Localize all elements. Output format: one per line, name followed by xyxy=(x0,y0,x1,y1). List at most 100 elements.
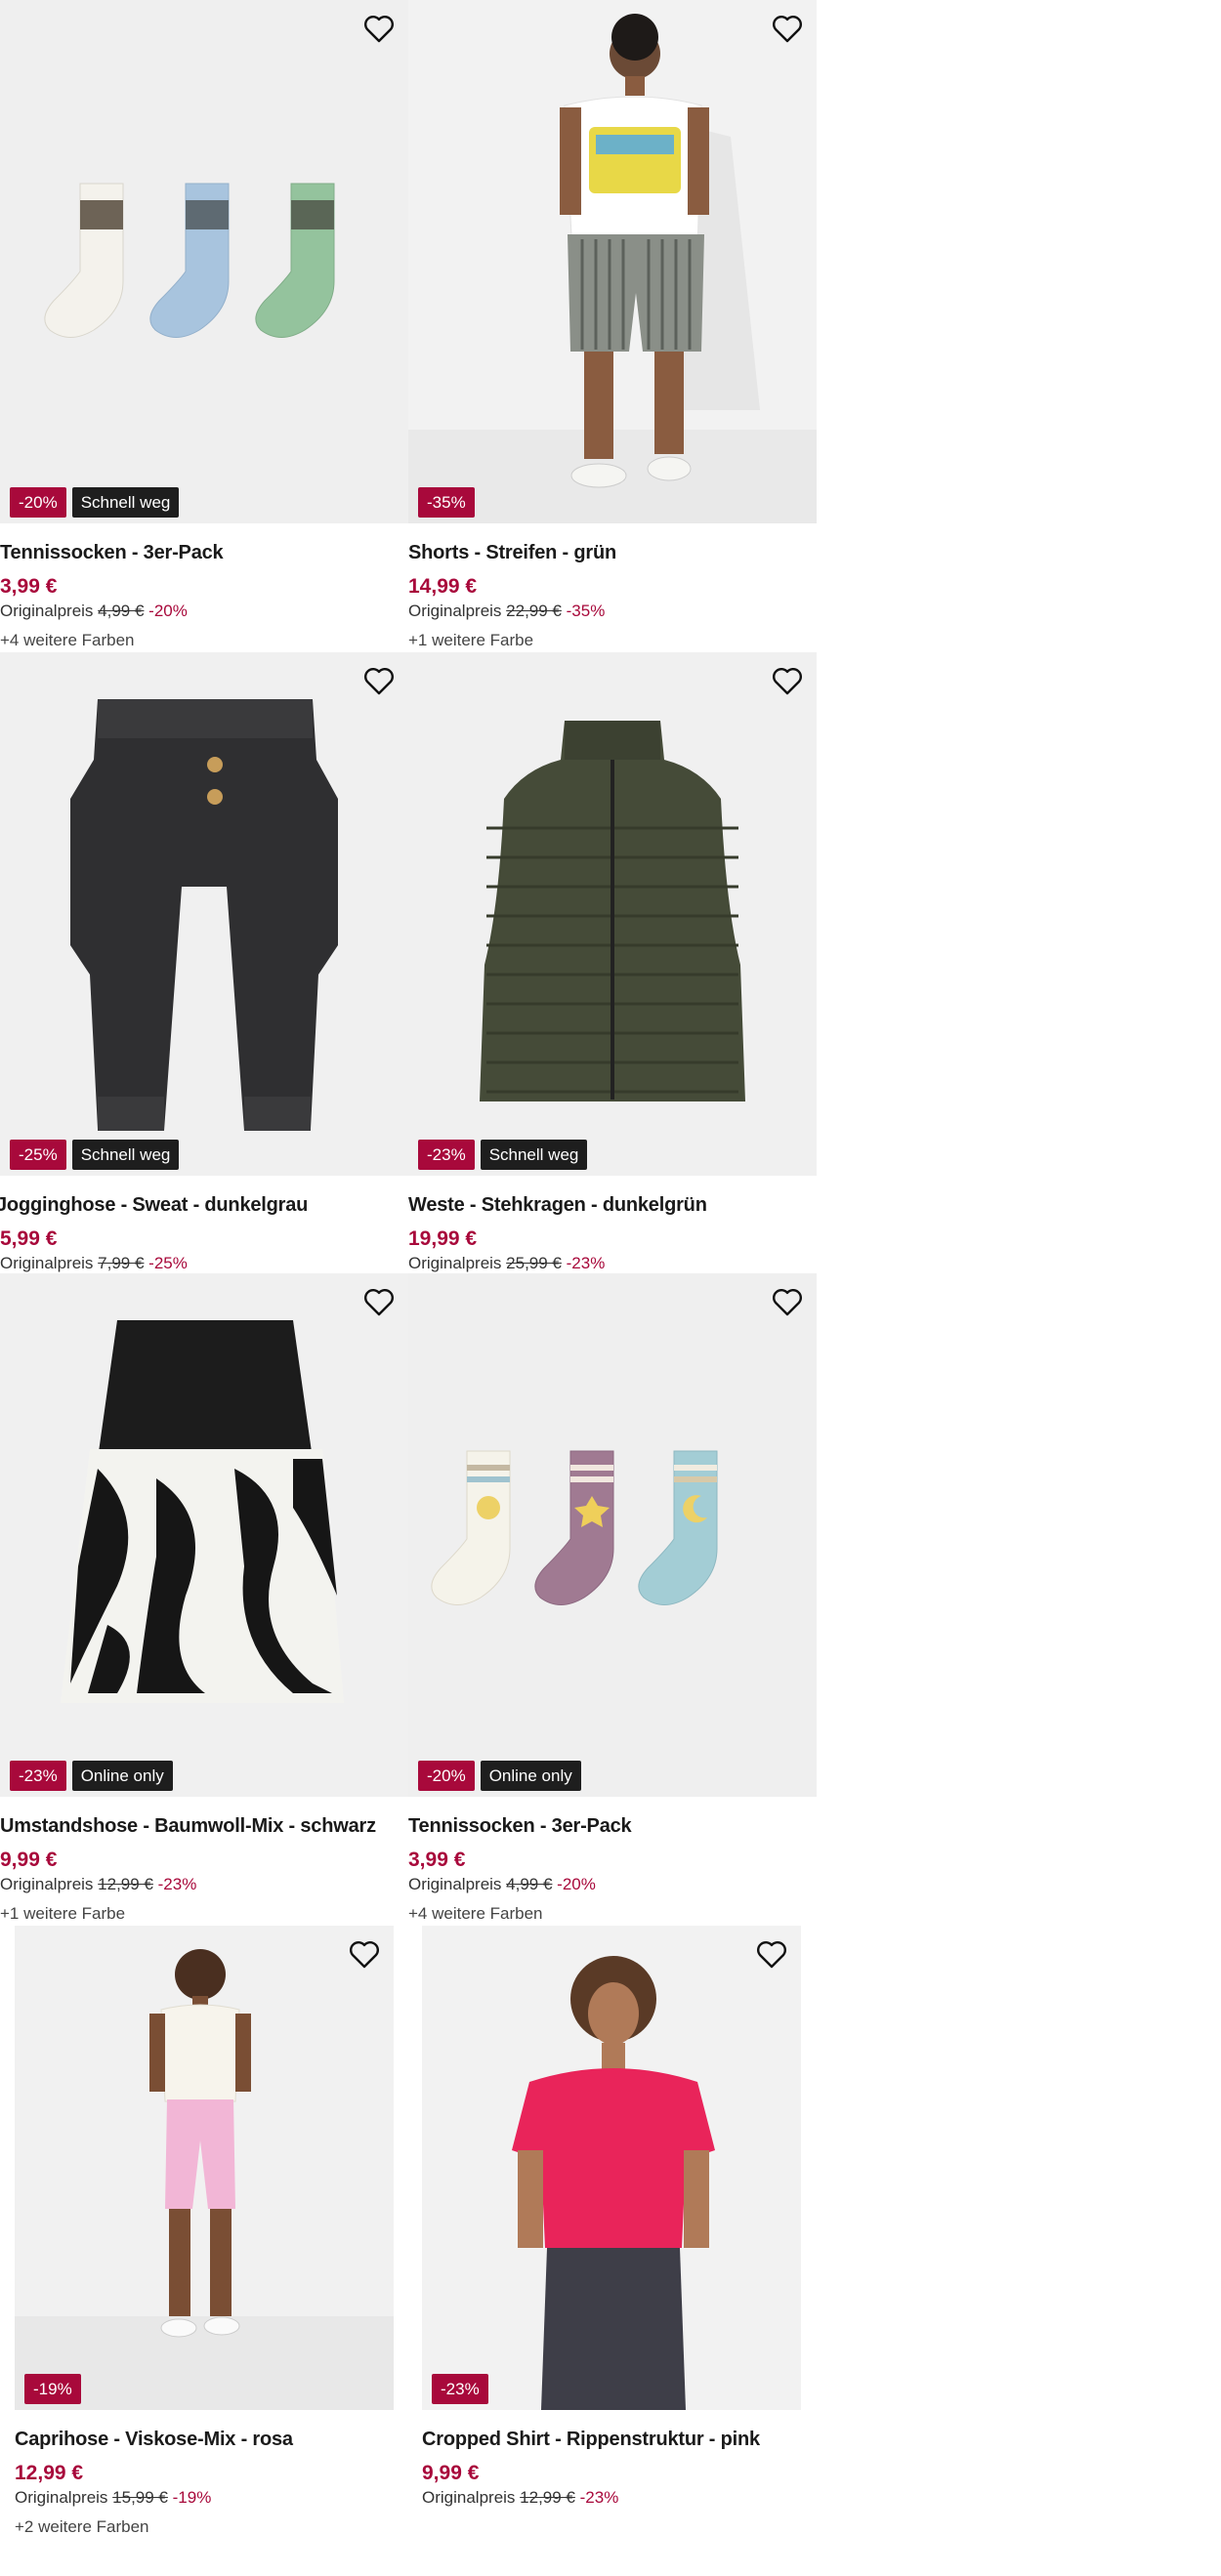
product-card[interactable]: -23% Cropped Shirt - Rippenstruktur - pi… xyxy=(422,1926,801,2510)
discount-percent: -20% xyxy=(557,1875,596,1893)
product-title[interactable]: Weste - Stehkragen - dunkelgrün xyxy=(408,1191,817,1219)
original-price-line: Originalpreis 25,99 € -23% xyxy=(408,1252,817,1275)
original-price-label: Originalpreis xyxy=(0,602,94,620)
original-price-label: Originalpreis xyxy=(422,2488,516,2507)
original-price: 15,99 € xyxy=(112,2488,168,2507)
favorite-button[interactable] xyxy=(770,12,805,47)
socks-image xyxy=(0,0,408,523)
more-colors-link[interactable]: +4 weitere Farben xyxy=(408,1902,817,1926)
product-image[interactable]: -25% Schnell weg xyxy=(0,652,408,1176)
discount-badge: -23% xyxy=(432,2374,488,2404)
favorite-button[interactable] xyxy=(361,664,397,699)
heart-icon xyxy=(364,16,394,43)
original-price-line: Originalpreis 7,99 € -25% xyxy=(0,1252,408,1275)
original-price-label: Originalpreis xyxy=(15,2488,108,2507)
original-price: 12,99 € xyxy=(520,2488,575,2507)
original-price-label: Originalpreis xyxy=(0,1875,94,1893)
original-price-line: Originalpreis 4,99 € -20% xyxy=(0,600,408,623)
original-price: 4,99 € xyxy=(506,1875,553,1893)
status-badge: Schnell weg xyxy=(480,1140,588,1170)
discount-badge: -20% xyxy=(10,487,66,518)
product-title[interactable]: Tennissocken - 3er-Pack xyxy=(0,539,408,566)
product-image[interactable]: -20% Online only xyxy=(408,1273,817,1797)
product-image[interactable]: -35% xyxy=(408,0,817,523)
original-price-label: Originalpreis xyxy=(0,1254,94,1272)
favorite-button[interactable] xyxy=(361,1285,397,1320)
product-image[interactable]: -23% Online only xyxy=(0,1273,408,1797)
heart-icon xyxy=(773,668,802,695)
favorite-button[interactable] xyxy=(361,12,397,47)
original-price: 25,99 € xyxy=(506,1254,562,1272)
original-price-line: Originalpreis 15,99 € -19% xyxy=(15,2486,394,2510)
original-price-label: Originalpreis xyxy=(408,602,502,620)
product-title[interactable]: Jogginghose - Sweat - dunkelgrau xyxy=(0,1191,408,1219)
original-price-label: Originalpreis xyxy=(408,1875,502,1893)
heart-icon xyxy=(773,1289,802,1316)
more-colors-link[interactable]: +4 weitere Farben xyxy=(0,629,408,652)
product-card[interactable]: -25% Schnell weg Jogginghose - Sweat - d… xyxy=(0,652,408,1275)
product-card[interactable]: -23% Schnell weg Weste - Stehkragen - du… xyxy=(408,652,817,1275)
cropped-shirt-model-image xyxy=(422,1926,801,2410)
product-card[interactable]: -35% Shorts - Streifen - grün 14,99 € Or… xyxy=(408,0,817,652)
original-price-line: Originalpreis 4,99 € -20% xyxy=(408,1873,817,1896)
product-card[interactable]: -20% Schnell weg Tennissocken - 3er-Pack… xyxy=(0,0,408,652)
product-card[interactable]: -19% Caprihose - Viskose-Mix - rosa 12,9… xyxy=(15,1926,394,2539)
maternity-shorts-image xyxy=(0,1273,408,1797)
status-badge: Online only xyxy=(71,1761,173,1791)
discount-percent: -23% xyxy=(579,2488,619,2507)
socks-image xyxy=(408,1273,817,1797)
discount-badge: -23% xyxy=(418,1140,475,1170)
heart-icon xyxy=(350,1941,379,1969)
status-badge: Online only xyxy=(480,1761,581,1791)
shorts-model-image xyxy=(408,0,817,523)
discount-badge: -19% xyxy=(24,2374,81,2404)
product-price: 14,99 € xyxy=(408,575,478,598)
favorite-button[interactable] xyxy=(770,664,805,699)
more-colors-link[interactable]: +1 weitere Farbe xyxy=(0,1902,408,1926)
discount-badge: -25% xyxy=(10,1140,66,1170)
original-price: 7,99 € xyxy=(98,1254,145,1272)
discount-badge: -20% xyxy=(418,1761,475,1791)
product-image[interactable]: -19% xyxy=(15,1926,394,2410)
product-image[interactable]: -20% Schnell weg xyxy=(0,0,408,523)
status-badge: Schnell weg xyxy=(71,487,180,518)
product-price: 9,99 € xyxy=(0,1849,58,1871)
more-colors-link[interactable]: +2 weitere Farben xyxy=(15,2515,394,2539)
discount-percent: -25% xyxy=(148,1254,188,1272)
discount-percent: -20% xyxy=(148,602,188,620)
product-price: 3,99 € xyxy=(0,575,58,598)
product-title[interactable]: Cropped Shirt - Rippenstruktur - pink xyxy=(422,2426,801,2453)
heart-icon xyxy=(757,1941,786,1969)
product-image[interactable]: -23% xyxy=(422,1926,801,2410)
product-image[interactable]: -23% Schnell weg xyxy=(408,652,817,1176)
product-card[interactable]: -23% Online only Umstandshose - Baumwoll… xyxy=(0,1273,408,1926)
product-title[interactable]: Caprihose - Viskose-Mix - rosa xyxy=(15,2426,394,2453)
status-badge: Schnell weg xyxy=(71,1140,180,1170)
capri-pants-model-image xyxy=(15,1926,394,2410)
discount-percent: -19% xyxy=(172,2488,212,2507)
discount-percent: -35% xyxy=(566,602,606,620)
product-price: 9,99 € xyxy=(422,2462,480,2484)
heart-icon xyxy=(364,668,394,695)
discount-badge: -35% xyxy=(418,487,475,518)
discount-badge: -23% xyxy=(10,1761,66,1791)
favorite-button[interactable] xyxy=(754,1937,789,1973)
more-colors-link[interactable]: +1 weitere Farbe xyxy=(408,629,817,652)
original-price-line: Originalpreis 12,99 € -23% xyxy=(0,1873,408,1896)
product-card[interactable]: -20% Online only Tennissocken - 3er-Pack… xyxy=(408,1273,817,1926)
product-title[interactable]: Tennissocken - 3er-Pack xyxy=(408,1812,817,1840)
jogging-pants-image xyxy=(0,652,408,1176)
product-title[interactable]: Umstandshose - Baumwoll-Mix - schwarz xyxy=(0,1812,408,1840)
original-price-line: Originalpreis 12,99 € -23% xyxy=(422,2486,801,2510)
original-price-label: Originalpreis xyxy=(408,1254,502,1272)
vest-image xyxy=(408,652,817,1176)
favorite-button[interactable] xyxy=(347,1937,382,1973)
original-price: 4,99 € xyxy=(98,602,145,620)
favorite-button[interactable] xyxy=(770,1285,805,1320)
discount-percent: -23% xyxy=(566,1254,606,1272)
original-price: 12,99 € xyxy=(98,1875,153,1893)
product-price: 12,99 € xyxy=(15,2462,84,2484)
product-title[interactable]: Shorts - Streifen - grün xyxy=(408,539,817,566)
heart-icon xyxy=(773,16,802,43)
product-price: 5,99 € xyxy=(0,1227,58,1250)
